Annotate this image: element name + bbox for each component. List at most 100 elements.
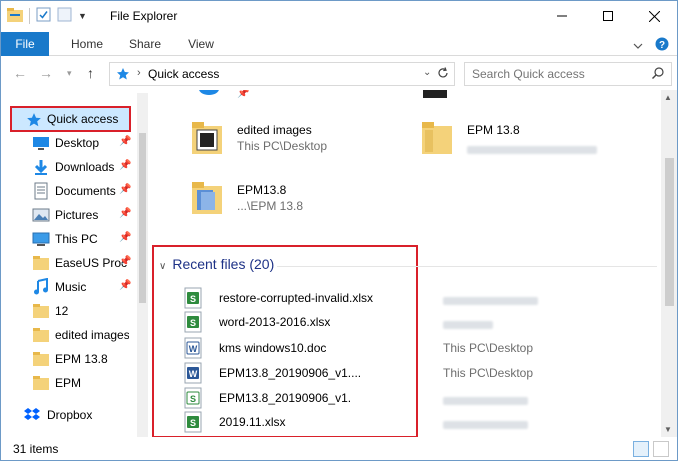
recent-file-row[interactable]: S restore-corrupted-invalid.xlsx bbox=[183, 286, 661, 310]
pin-icon[interactable]: 📌 bbox=[237, 90, 249, 99]
details-view-icon[interactable] bbox=[633, 441, 649, 457]
documents-icon bbox=[32, 182, 50, 200]
nav-scrollbar-thumb[interactable] bbox=[139, 133, 146, 303]
tab-file[interactable]: File bbox=[1, 32, 49, 56]
address-bar[interactable]: › Quick access ⌄ bbox=[109, 62, 455, 86]
svg-text:W: W bbox=[189, 344, 198, 354]
file-name: kms windows10.doc bbox=[219, 341, 327, 355]
nav-scrollbar[interactable] bbox=[137, 93, 148, 437]
folder-icon bbox=[32, 326, 50, 344]
folder-location: ...\EPM 13.8 bbox=[237, 199, 304, 213]
file-name: word-2013-2016.xlsx bbox=[219, 315, 331, 329]
nav-item-label: EPM 13.8 bbox=[55, 352, 108, 366]
quick-access-star-icon bbox=[116, 67, 130, 84]
back-arrow-icon[interactable]: ← bbox=[13, 65, 27, 81]
folder-icon bbox=[32, 302, 50, 320]
window-title: File Explorer bbox=[110, 9, 178, 23]
minimize-button[interactable] bbox=[539, 1, 585, 31]
recent-file-row[interactable]: S EPM13.8_20190906_v1. bbox=[183, 386, 661, 410]
file-name: EPM13.8_20190906_v1.... bbox=[219, 366, 362, 380]
nav-item-label: Pictures bbox=[55, 208, 99, 222]
pin-icon[interactable]: 📌 bbox=[119, 136, 131, 147]
search-input[interactable] bbox=[465, 63, 645, 85]
section-divider bbox=[277, 266, 657, 267]
pin-icon[interactable]: 📌 bbox=[119, 208, 131, 219]
recent-file-row[interactable]: S word-2013-2016.xlsx bbox=[183, 310, 661, 334]
customize-toolbar-dropdown-icon[interactable]: ▼ bbox=[78, 11, 87, 21]
up-arrow-icon[interactable]: ↑ bbox=[87, 65, 94, 81]
breadcrumb-chevron-icon[interactable]: › bbox=[137, 67, 141, 79]
ribbon-controls: ? bbox=[633, 37, 669, 54]
nav-item-pictures[interactable]: Pictures 📌 bbox=[1, 203, 141, 227]
help-icon[interactable]: ? bbox=[655, 37, 669, 54]
address-history-dropdown-icon[interactable]: ⌄ bbox=[423, 67, 431, 78]
content-scrollbar-thumb[interactable] bbox=[665, 158, 674, 306]
this-pc-icon bbox=[32, 230, 50, 248]
search-icon[interactable] bbox=[651, 66, 665, 83]
pin-icon[interactable]: 📌 bbox=[119, 184, 131, 195]
content-pane: 📌 edited images This PC\Desktop EPM 13.8… bbox=[149, 90, 661, 437]
nav-item-dropbox[interactable]: Dropbox bbox=[1, 403, 141, 427]
ribbon-tabs: File Home Share View ? bbox=[1, 32, 677, 56]
folder-icon bbox=[32, 374, 50, 392]
pin-icon[interactable]: 📌 bbox=[119, 160, 131, 171]
excel-file-icon: S bbox=[183, 387, 203, 412]
downloads-icon bbox=[32, 158, 50, 176]
large-icons-view-icon[interactable] bbox=[653, 441, 669, 457]
maximize-button[interactable] bbox=[585, 1, 631, 31]
recent-file-row[interactable]: W EPM13.8_20190906_v1.... This PC\Deskto… bbox=[183, 361, 661, 385]
recent-locations-chevron-icon[interactable]: ▾ bbox=[67, 68, 72, 79]
music-icon bbox=[32, 277, 50, 296]
nav-item-documents[interactable]: Documents 📌 bbox=[1, 179, 141, 203]
nav-item-epm-13-8[interactable]: EPM 13.8 bbox=[1, 347, 141, 371]
nav-item-edited-images[interactable]: edited images bbox=[1, 323, 141, 347]
recent-file-row[interactable]: S 2019.11.xlsx bbox=[183, 410, 661, 434]
folder-location: This PC\Desktop bbox=[237, 139, 328, 153]
nav-item-easeus[interactable]: EaseUS Proc 📌 bbox=[1, 251, 141, 275]
collapse-chevron-icon[interactable]: ∨ bbox=[159, 261, 166, 272]
close-button[interactable] bbox=[631, 1, 677, 31]
pin-icon[interactable]: 📌 bbox=[119, 280, 131, 291]
scroll-up-icon[interactable]: ▲ bbox=[664, 93, 672, 102]
file-location-redacted bbox=[443, 294, 538, 308]
nav-item-12[interactable]: 12 bbox=[1, 299, 141, 323]
refresh-icon[interactable] bbox=[433, 63, 453, 83]
tab-view[interactable]: View bbox=[177, 32, 225, 56]
file-name: EPM13.8_20190906_v1. bbox=[219, 391, 352, 405]
expand-ribbon-icon[interactable] bbox=[633, 39, 643, 53]
nav-item-this-pc[interactable]: This PC 📌 bbox=[1, 227, 141, 251]
pin-icon[interactable]: 📌 bbox=[119, 256, 131, 267]
scroll-down-icon[interactable]: ▼ bbox=[664, 425, 672, 434]
properties-icon[interactable] bbox=[36, 7, 51, 25]
recent-file-row[interactable]: W kms windows10.doc This PC\Desktop bbox=[183, 336, 661, 360]
tab-home[interactable]: Home bbox=[63, 32, 111, 56]
recent-files-header[interactable]: ∨ Recent files (20) bbox=[159, 256, 274, 272]
tab-share[interactable]: Share bbox=[121, 32, 169, 56]
nav-item-epm[interactable]: EPM bbox=[1, 371, 141, 395]
folder-icon bbox=[421, 120, 455, 159]
folder-name: EPM 13.8 bbox=[467, 123, 520, 137]
nav-item-downloads[interactable]: Downloads 📌 bbox=[1, 155, 141, 179]
search-box[interactable] bbox=[464, 62, 672, 86]
folder-icon bbox=[191, 180, 225, 219]
svg-text:S: S bbox=[190, 318, 196, 328]
file-location-redacted bbox=[443, 394, 528, 408]
svg-text:S: S bbox=[190, 394, 196, 404]
nav-quick-access[interactable]: Quick access bbox=[10, 106, 131, 132]
app-folder-icon bbox=[7, 7, 23, 25]
file-location-redacted bbox=[443, 318, 493, 332]
forward-arrow-icon[interactable]: → bbox=[39, 65, 53, 81]
qat-separator bbox=[29, 8, 30, 24]
excel-file-icon: S bbox=[183, 411, 203, 436]
nav-item-music[interactable]: Music 📌 bbox=[1, 275, 141, 299]
folder-name: EPM13.8 bbox=[237, 183, 287, 197]
desktop-icon bbox=[32, 134, 50, 152]
nav-item-desktop[interactable]: Desktop 📌 bbox=[1, 131, 141, 155]
new-folder-icon[interactable] bbox=[57, 7, 72, 25]
address-path[interactable]: Quick access bbox=[148, 67, 219, 81]
content-scrollbar[interactable]: ▲ ▼ bbox=[661, 90, 677, 437]
pin-icon[interactable]: 📌 bbox=[119, 232, 131, 243]
file-name: restore-corrupted-invalid.xlsx bbox=[219, 291, 374, 305]
status-bar: 31 items bbox=[1, 437, 677, 460]
pictures-icon bbox=[32, 206, 50, 224]
